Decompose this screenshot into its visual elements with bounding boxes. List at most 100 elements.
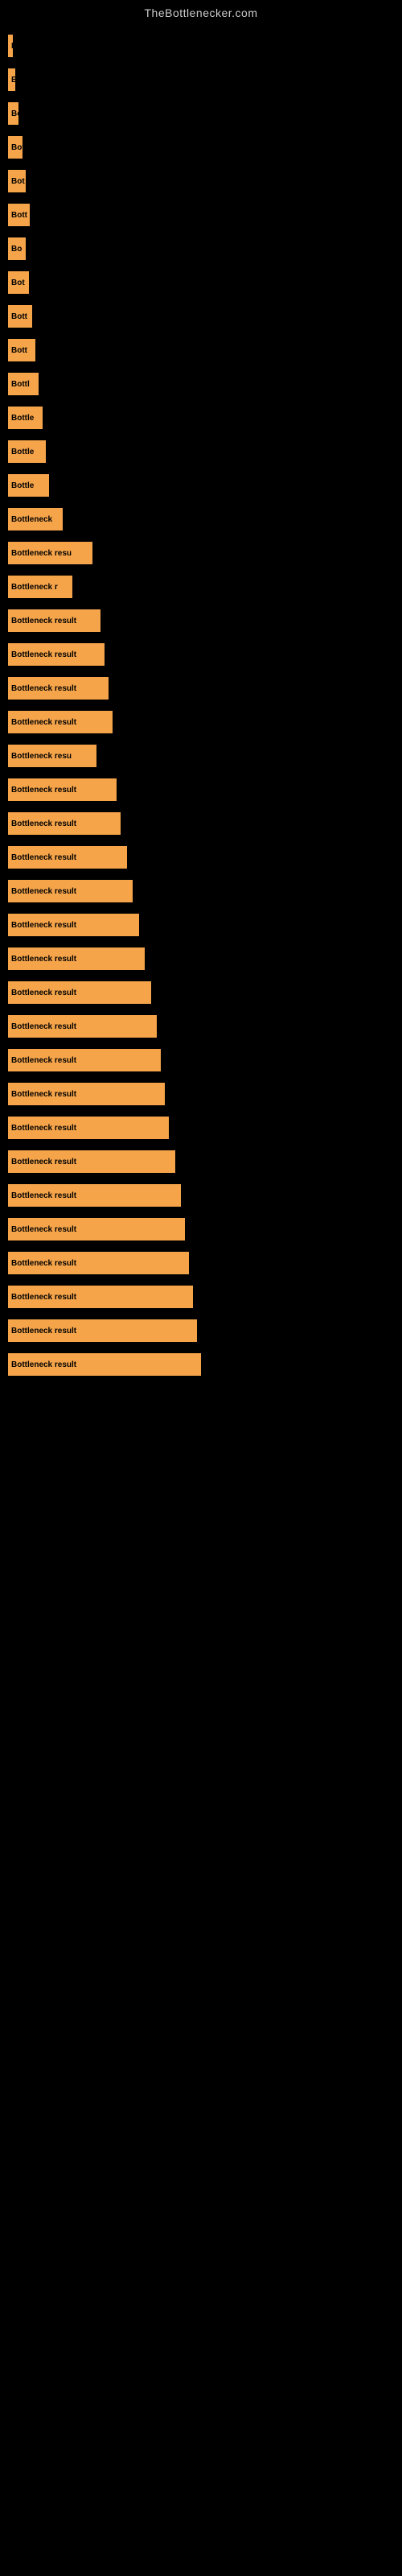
bar-row: Bot bbox=[8, 166, 386, 196]
bar-label-5: Bot bbox=[11, 177, 25, 186]
bar-row: B bbox=[8, 64, 386, 95]
bar-row: Bot bbox=[8, 132, 386, 163]
bar-19: Bottleneck result bbox=[8, 643, 105, 666]
bar-row: Bottleneck result bbox=[8, 1282, 386, 1312]
bar-row: Bottleneck result bbox=[8, 876, 386, 906]
bar-26: Bottleneck result bbox=[8, 880, 133, 902]
bar-row: Bottl bbox=[8, 369, 386, 399]
bar-row: Bottleneck result bbox=[8, 605, 386, 636]
bar-30: Bottleneck result bbox=[8, 1015, 157, 1038]
bar-row: Bot bbox=[8, 267, 386, 298]
bar-24: Bottleneck result bbox=[8, 812, 121, 835]
bar-row: Bottle bbox=[8, 470, 386, 501]
bar-row: Bottleneck result bbox=[8, 1248, 386, 1278]
bar-4: Bot bbox=[8, 136, 23, 159]
bar-row: Bottleneck resu bbox=[8, 538, 386, 568]
bar-15: Bottleneck bbox=[8, 508, 63, 530]
bar-36: Bottleneck result bbox=[8, 1218, 185, 1241]
bar-label-17: Bottleneck r bbox=[11, 583, 58, 592]
bar-row: Bottleneck result bbox=[8, 977, 386, 1008]
bar-label-35: Bottleneck result bbox=[11, 1191, 76, 1200]
bar-14: Bottle bbox=[8, 474, 49, 497]
bar-label-25: Bottleneck result bbox=[11, 853, 76, 862]
bar-row: Bott bbox=[8, 301, 386, 332]
bar-label-10: Bott bbox=[11, 346, 27, 355]
bar-32: Bottleneck result bbox=[8, 1083, 165, 1105]
bar-row: Bottleneck result bbox=[8, 673, 386, 704]
bar-label-34: Bottleneck result bbox=[11, 1158, 76, 1166]
bar-label-12: Bottle bbox=[11, 414, 34, 423]
bar-label-40: Bottleneck result bbox=[11, 1360, 76, 1369]
bar-17: Bottleneck r bbox=[8, 576, 72, 598]
bar-row: Bottleneck resu bbox=[8, 741, 386, 771]
bar-18: Bottleneck result bbox=[8, 609, 100, 632]
bar-38: Bottleneck result bbox=[8, 1286, 193, 1308]
bar-5: Bot bbox=[8, 170, 26, 192]
bar-13: Bottle bbox=[8, 440, 46, 463]
bar-row: Bott bbox=[8, 335, 386, 365]
bar-row: Bo bbox=[8, 98, 386, 129]
bar-row: Bo bbox=[8, 233, 386, 264]
bar-label-13: Bottle bbox=[11, 448, 34, 456]
bar-row: Bottleneck result bbox=[8, 808, 386, 839]
bar-39: Bottleneck result bbox=[8, 1319, 197, 1342]
bar-row: Bottle bbox=[8, 402, 386, 433]
bar-label-4: Bot bbox=[11, 143, 23, 152]
bar-row: Bottleneck result bbox=[8, 842, 386, 873]
bar-29: Bottleneck result bbox=[8, 981, 151, 1004]
bar-row: Bottleneck result bbox=[8, 1315, 386, 1346]
bar-label-14: Bottle bbox=[11, 481, 34, 490]
bar-40: Bottleneck result bbox=[8, 1353, 201, 1376]
bar-row: Bottleneck result bbox=[8, 1214, 386, 1245]
bar-27: Bottleneck result bbox=[8, 914, 139, 936]
bar-row: B bbox=[8, 31, 386, 61]
bar-row: Bottleneck result bbox=[8, 1146, 386, 1177]
bar-row: Bottleneck result bbox=[8, 1045, 386, 1075]
bar-label-38: Bottleneck result bbox=[11, 1293, 76, 1302]
bar-label-33: Bottleneck result bbox=[11, 1124, 76, 1133]
bar-label-3: Bo bbox=[11, 109, 18, 118]
bar-label-36: Bottleneck result bbox=[11, 1225, 76, 1234]
bar-25: Bottleneck result bbox=[8, 846, 127, 869]
bar-8: Bot bbox=[8, 271, 29, 294]
bar-23: Bottleneck result bbox=[8, 778, 117, 801]
site-title: TheBottlenecker.com bbox=[0, 0, 402, 23]
bar-33: Bottleneck result bbox=[8, 1117, 169, 1139]
bar-37: Bottleneck result bbox=[8, 1252, 189, 1274]
bar-label-32: Bottleneck result bbox=[11, 1090, 76, 1099]
bar-row: Bottleneck result bbox=[8, 774, 386, 805]
bar-10: Bott bbox=[8, 339, 35, 361]
bar-label-19: Bottleneck result bbox=[11, 650, 76, 659]
bar-11: Bottl bbox=[8, 373, 39, 395]
bar-20: Bottleneck result bbox=[8, 677, 109, 700]
bar-28: Bottleneck result bbox=[8, 947, 145, 970]
bar-21: Bottleneck result bbox=[8, 711, 113, 733]
bar-row: Bottleneck result bbox=[8, 1113, 386, 1143]
bar-label-11: Bottl bbox=[11, 380, 30, 389]
bar-2: B bbox=[8, 68, 15, 91]
bar-label-16: Bottleneck resu bbox=[11, 549, 72, 558]
bar-22: Bottleneck resu bbox=[8, 745, 96, 767]
bar-label-28: Bottleneck result bbox=[11, 955, 76, 964]
bar-row: Bottle bbox=[8, 436, 386, 467]
bar-1: B bbox=[8, 35, 13, 57]
bar-label-8: Bot bbox=[11, 279, 25, 287]
bar-35: Bottleneck result bbox=[8, 1184, 181, 1207]
bar-row: Bottleneck result bbox=[8, 1349, 386, 1380]
bar-12: Bottle bbox=[8, 407, 43, 429]
bar-label-37: Bottleneck result bbox=[11, 1259, 76, 1268]
bar-label-15: Bottleneck bbox=[11, 515, 52, 524]
bar-label-24: Bottleneck result bbox=[11, 819, 76, 828]
bar-9: Bott bbox=[8, 305, 32, 328]
bar-31: Bottleneck result bbox=[8, 1049, 161, 1071]
bars-container: BBBoBotBotBottBoBotBottBottBottlBottleBo… bbox=[0, 23, 402, 1391]
bar-row: Bottleneck r bbox=[8, 572, 386, 602]
bar-label-1: B bbox=[11, 42, 13, 51]
bar-label-31: Bottleneck result bbox=[11, 1056, 76, 1065]
bar-label-26: Bottleneck result bbox=[11, 887, 76, 896]
bar-row: Bottleneck result bbox=[8, 1079, 386, 1109]
bar-label-18: Bottleneck result bbox=[11, 617, 76, 625]
bar-row: Bott bbox=[8, 200, 386, 230]
bar-label-30: Bottleneck result bbox=[11, 1022, 76, 1031]
bar-16: Bottleneck resu bbox=[8, 542, 92, 564]
